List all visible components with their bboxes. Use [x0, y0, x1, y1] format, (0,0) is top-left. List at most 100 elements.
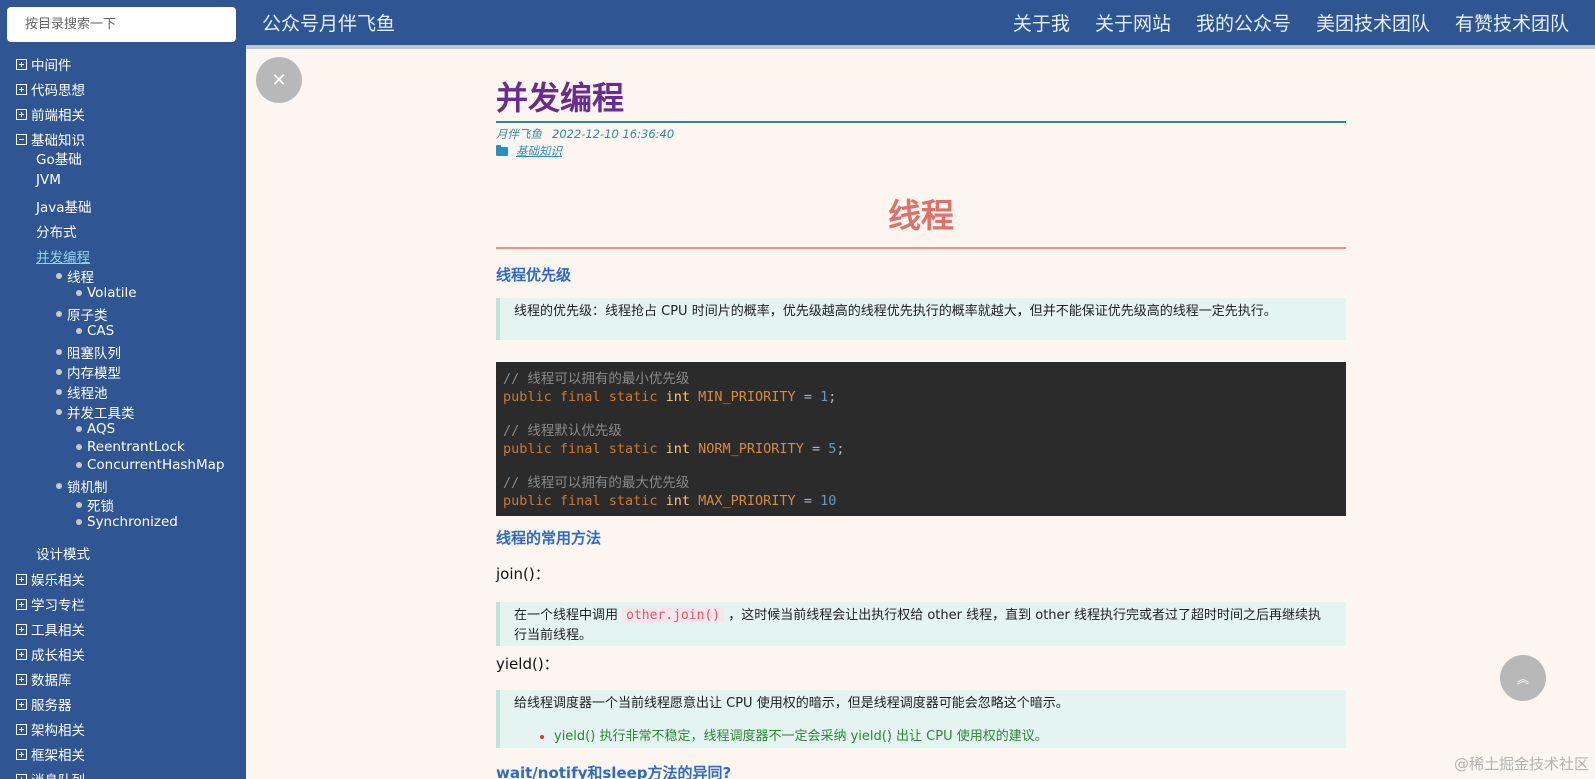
post-category: 基础知识	[496, 143, 562, 159]
priority-heading: 线程优先级	[496, 266, 572, 284]
sidebar-category-middleware[interactable]: 中间件	[16, 54, 72, 74]
nav-meituan[interactable]: 美团技术团队	[1316, 9, 1430, 36]
toc-item[interactable]: CAS	[76, 323, 114, 339]
close-icon: ✕	[271, 69, 287, 91]
bullet-icon	[76, 290, 82, 296]
bullet-icon	[56, 409, 62, 415]
title-divider	[496, 121, 1346, 123]
code-line: // 线程可以拥有的最小优先级	[503, 371, 690, 387]
post-author: 月伴飞鱼	[496, 127, 542, 141]
toc-item[interactable]: 线程池	[56, 382, 108, 402]
sidebar-category-frontend[interactable]: 前端相关	[16, 104, 85, 124]
bullet-icon	[76, 426, 82, 432]
category-link[interactable]: 基础知识	[516, 143, 562, 159]
back-to-top-button[interactable]: ︽	[1500, 655, 1546, 701]
nav-about-site[interactable]: 关于网站	[1095, 9, 1171, 36]
post-meta: 月伴飞鱼 2022-12-10 16:36:40	[496, 126, 684, 142]
sidebar-category-server[interactable]: 服务器	[16, 694, 72, 714]
expand-icon	[16, 83, 27, 95]
bullet-icon	[76, 444, 82, 450]
sidebar: 中间件 代码思想 前端相关 基础知识 Go基础 JVM Java基础 分布式 并…	[0, 0, 246, 779]
toc-item[interactable]: 锁机制	[56, 476, 108, 496]
sidebar-item-java[interactable]: Java基础	[36, 196, 92, 216]
yield-label: yield()：	[496, 655, 559, 673]
toc-item[interactable]: 线程	[56, 266, 94, 286]
yield-list: yield() 执行非常不稳定，线程调度器不一定会采纳 yield() 出让 C…	[514, 727, 1332, 747]
nav-youzan[interactable]: 有赞技术团队	[1455, 9, 1569, 36]
site-brand[interactable]: 公众号月伴飞鱼	[262, 9, 395, 36]
collapse-icon	[16, 133, 27, 145]
expand-icon	[16, 748, 27, 760]
watermark: @稀土掘金技术社区	[1453, 755, 1589, 773]
sidebar-item-jvm[interactable]: JVM	[36, 172, 61, 188]
wait-heading: wait/notify和sleep方法的异同?	[496, 764, 732, 779]
toc-item[interactable]: 死锁	[76, 495, 114, 515]
bullet-icon	[56, 273, 62, 279]
sidebar-category-growth[interactable]: 成长相关	[16, 644, 85, 664]
post-date: 2022-12-10 16:36:40	[552, 127, 675, 141]
bullet-icon	[76, 328, 82, 334]
sidebar-item-concurrency[interactable]: 并发编程	[36, 246, 90, 266]
expand-icon	[16, 773, 27, 779]
sidebar-category-entertainment[interactable]: 娱乐相关	[16, 569, 85, 589]
expand-icon	[16, 108, 27, 120]
search-input[interactable]	[7, 7, 236, 42]
code-line: public final static int MAX_PRIORITY = 1…	[503, 493, 837, 509]
code-block: // 线程可以拥有的最小优先级 public final static int …	[496, 362, 1346, 516]
code-line: // 线程可以拥有的最大优先级	[503, 475, 690, 491]
expand-icon	[16, 623, 27, 635]
sidebar-category-frameworks[interactable]: 框架相关	[16, 744, 85, 764]
close-sidebar-button[interactable]: ✕	[256, 57, 302, 103]
article: 并发编程 月伴飞鱼 2022-12-10 16:36:40 基础知识 线程 线程优…	[496, 76, 1346, 779]
join-label: join()：	[496, 565, 550, 583]
post-title: 并发编程	[496, 79, 625, 117]
toc-item[interactable]: ConcurrentHashMap	[76, 457, 224, 473]
bullet-icon	[56, 389, 62, 395]
bullet-icon	[56, 311, 62, 317]
priority-quote: 线程的优先级：线程抢占 CPU 时间片的概率，优先级越高的线程优先执行的概率就越…	[496, 298, 1346, 340]
toc-item[interactable]: Volatile	[76, 285, 137, 301]
bullet-icon	[76, 519, 82, 525]
methods-heading: 线程的常用方法	[496, 529, 602, 547]
expand-icon	[16, 723, 27, 735]
toc-item[interactable]: ReentrantLock	[76, 439, 185, 455]
sidebar-category-basics[interactable]: 基础知识	[16, 129, 85, 149]
top-nav: 关于我 关于网站 我的公众号 美团技术团队 有赞技术团队	[1013, 9, 1569, 36]
toc-item[interactable]: 阻塞队列	[56, 342, 121, 362]
sidebar-item-design-patterns[interactable]: 设计模式	[36, 543, 90, 563]
expand-icon	[16, 573, 27, 585]
expand-icon	[16, 673, 27, 685]
chevron-up-icon: ︽	[1516, 671, 1529, 686]
nav-wechat[interactable]: 我的公众号	[1196, 9, 1291, 36]
bullet-icon	[76, 462, 82, 468]
expand-icon	[16, 698, 27, 710]
yield-quote: 给线程调度器一个当前线程愿意出让 CPU 使用权的暗示，但是线程调度器可能会忽略…	[496, 690, 1346, 748]
sidebar-category-mq[interactable]: 消息队列	[16, 769, 85, 779]
expand-icon	[16, 598, 27, 610]
list-item: yield() 执行非常不稳定，线程调度器不一定会采纳 yield() 出让 C…	[514, 727, 1332, 747]
sidebar-category-architecture[interactable]: 架构相关	[16, 719, 85, 739]
toc-item[interactable]: AQS	[76, 421, 115, 437]
toc-item[interactable]: Synchronized	[76, 514, 178, 530]
code-line: public final static int MIN_PRIORITY = 1…	[503, 389, 837, 405]
code-line: // 线程默认优先级	[503, 423, 622, 439]
sidebar-item-distributed[interactable]: 分布式	[36, 221, 77, 241]
folder-icon	[496, 144, 508, 156]
expand-icon	[16, 58, 27, 70]
top-header: 公众号月伴飞鱼 关于我 关于网站 我的公众号 美团技术团队 有赞技术团队	[246, 0, 1595, 47]
sidebar-category-learning[interactable]: 学习专栏	[16, 594, 85, 614]
bullet-icon	[56, 369, 62, 375]
bullet-icon	[56, 483, 62, 489]
sidebar-category-code[interactable]: 代码思想	[16, 79, 85, 99]
expand-icon	[16, 648, 27, 660]
sidebar-item-go[interactable]: Go基础	[36, 148, 82, 168]
sidebar-category-database[interactable]: 数据库	[16, 669, 72, 689]
sidebar-category-tools[interactable]: 工具相关	[16, 619, 85, 639]
toc-item[interactable]: 原子类	[56, 304, 108, 324]
bullet-icon	[76, 502, 82, 508]
toc-item[interactable]: 内存模型	[56, 362, 121, 382]
code-line: public final static int NORM_PRIORITY = …	[503, 441, 845, 457]
nav-about-me[interactable]: 关于我	[1013, 9, 1070, 36]
toc-item[interactable]: 并发工具类	[56, 402, 135, 422]
join-quote: 在一个线程中调用 other.join() ，这时候当前线程会让出执行权给 ot…	[496, 602, 1346, 646]
